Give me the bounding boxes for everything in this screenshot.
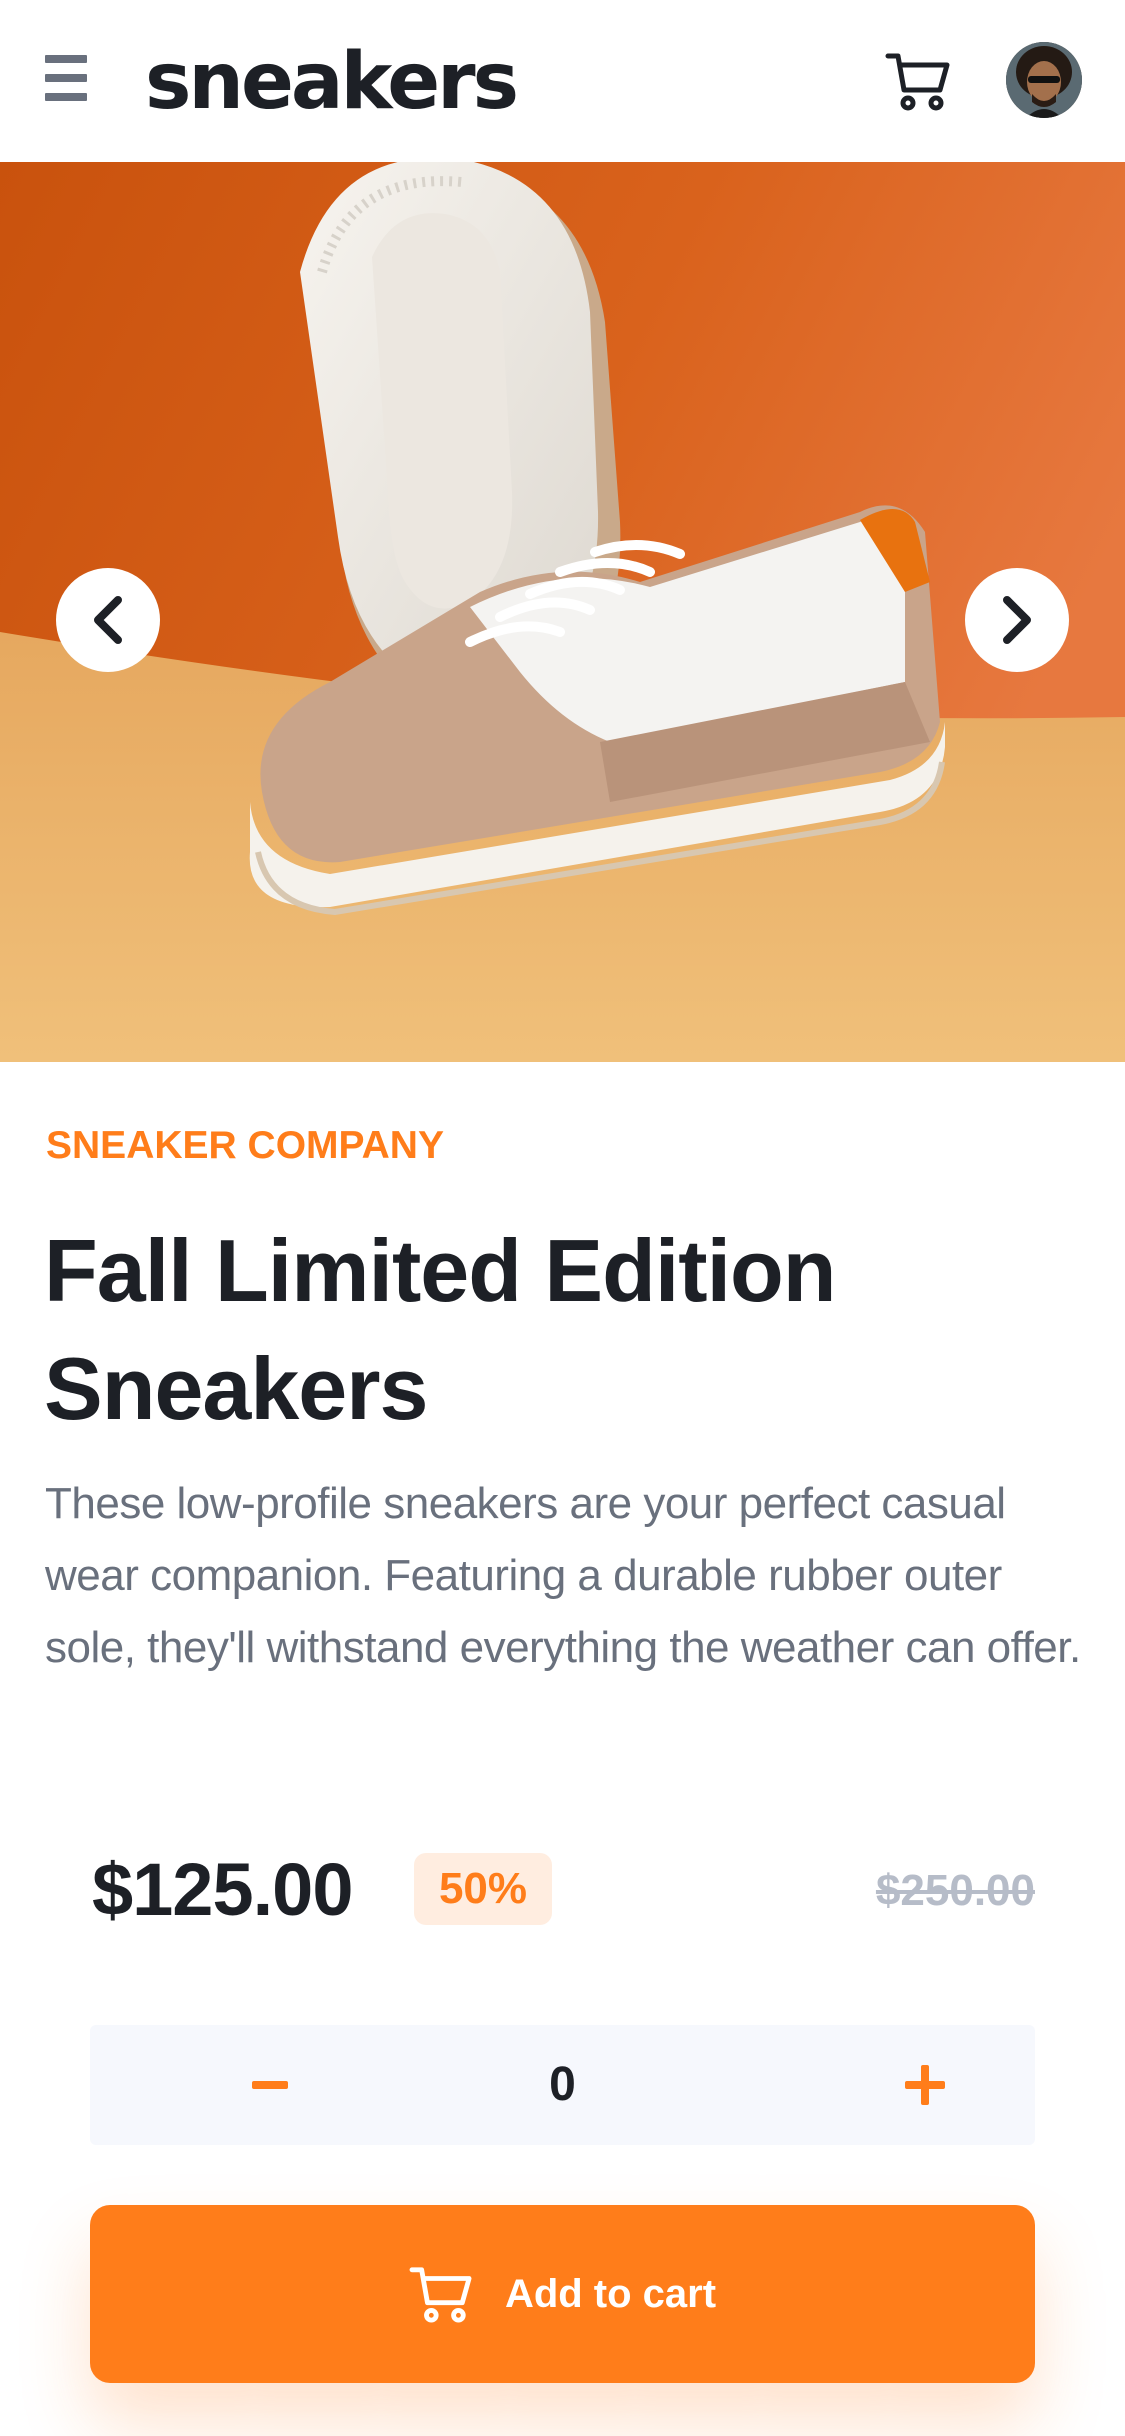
previous-image-button[interactable] bbox=[56, 568, 160, 672]
cart-icon[interactable] bbox=[885, 50, 951, 112]
quantity-increase-button[interactable] bbox=[855, 2025, 995, 2145]
hamburger-menu-icon[interactable] bbox=[45, 55, 87, 101]
product-page: sneakers SNEAKER COMPANY Fall Limited Ed… bbox=[0, 0, 1125, 2436]
avatar-image bbox=[1006, 42, 1082, 118]
product-gallery bbox=[0, 162, 1125, 1062]
discount-badge: 50% bbox=[414, 1853, 552, 1925]
product-image bbox=[0, 162, 1125, 1062]
add-to-cart-button[interactable]: Add to cart bbox=[90, 2205, 1035, 2383]
plus-icon bbox=[905, 2065, 945, 2105]
top-header: sneakers bbox=[0, 0, 1125, 162]
quantity-stepper: 0 bbox=[90, 2025, 1035, 2145]
menu-bar bbox=[45, 93, 87, 101]
product-title: Fall Limited Edition Sneakers bbox=[44, 1221, 837, 1438]
chevron-right-icon bbox=[1003, 596, 1031, 644]
user-avatar[interactable] bbox=[1006, 42, 1082, 118]
menu-bar bbox=[45, 55, 87, 63]
company-name: SNEAKER COMPANY bbox=[46, 1124, 444, 1167]
logo[interactable]: sneakers bbox=[145, 32, 519, 132]
cart-icon bbox=[409, 2267, 472, 2323]
current-price: $125.00 bbox=[92, 1848, 353, 1931]
quantity-decrease-button[interactable] bbox=[200, 2025, 340, 2145]
original-price: $250.00 bbox=[875, 1866, 1035, 1915]
menu-bar bbox=[45, 74, 87, 82]
chevron-left-icon bbox=[94, 596, 122, 644]
next-image-button[interactable] bbox=[965, 568, 1069, 672]
product-description: These low-profile sneakers are your perf… bbox=[45, 1479, 1081, 1672]
add-to-cart-label: Add to cart bbox=[504, 2271, 717, 2316]
minus-icon bbox=[252, 2081, 288, 2089]
